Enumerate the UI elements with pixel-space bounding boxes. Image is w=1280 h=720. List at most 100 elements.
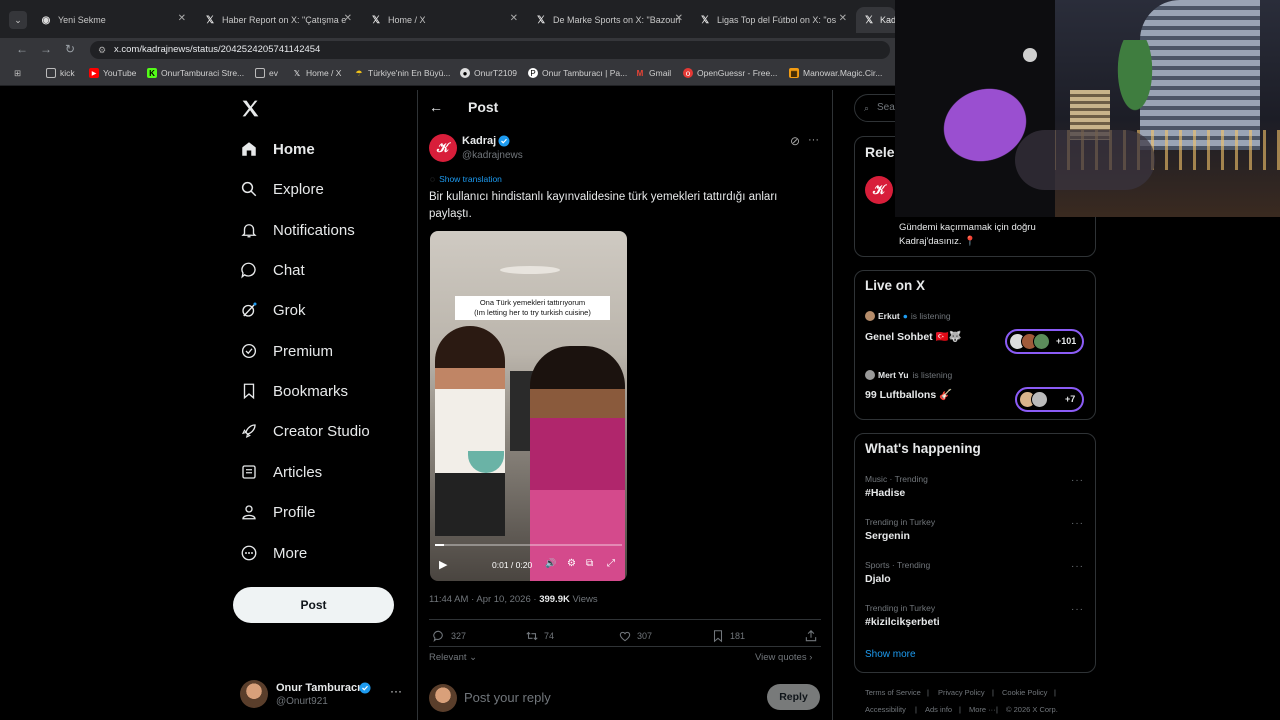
bookmark-onurt2109[interactable]: ● OnurT2109 bbox=[460, 68, 517, 78]
play-icon[interactable]: ▶ bbox=[439, 558, 447, 571]
nav-more[interactable]: More bbox=[240, 541, 307, 565]
nav-notifications[interactable]: Notifications bbox=[240, 218, 355, 242]
share-action[interactable] bbox=[804, 629, 823, 643]
browser-tab[interactable]: ◉ Yeni Sekme ✕ bbox=[32, 7, 192, 33]
footer-link-terms[interactable]: Terms of Service bbox=[865, 688, 921, 697]
bookmark-kick[interactable]: kick bbox=[46, 68, 75, 78]
x-logo[interactable] bbox=[240, 98, 262, 120]
back-icon[interactable]: ← bbox=[16, 42, 28, 56]
video-progress-track[interactable] bbox=[435, 544, 622, 546]
browser-tab[interactable]: 𝕏 Haber Report on X: "Çatışma e ✕ bbox=[196, 7, 358, 33]
bookmark-manowar[interactable]: ▦ Manowar.Magic.Cir... bbox=[789, 68, 882, 78]
url-input[interactable]: ⚙ x.com/kadrajnews/status/20425242057411… bbox=[90, 41, 890, 59]
browser-tab[interactable]: 𝕏 Ligas Top del Fútbol on X: "os ✕ bbox=[691, 7, 853, 33]
bookmark-youtube[interactable]: ▶ YouTube bbox=[89, 68, 136, 78]
nav-bookmarks[interactable]: Bookmarks bbox=[240, 379, 348, 403]
author-name[interactable]: Kadraj bbox=[462, 135, 496, 147]
kick-icon: K bbox=[147, 68, 157, 78]
trend-item[interactable]: Djalo bbox=[865, 573, 891, 585]
nav-articles[interactable]: Articles bbox=[240, 460, 322, 484]
relevant-bio: Gündemi kaçırmamak için doğru Kadraj'das… bbox=[899, 222, 1036, 247]
nav-grok[interactable]: Grok bbox=[240, 298, 306, 322]
space-join-pill[interactable]: +7 bbox=[1015, 387, 1084, 412]
trend-item[interactable]: #kizilcikşerbeti bbox=[865, 616, 940, 628]
whats-happening-title: What's happening bbox=[865, 441, 981, 456]
close-tab-icon[interactable]: ✕ bbox=[178, 13, 186, 24]
browser-tab-active[interactable]: 𝕏 Kad bbox=[856, 7, 896, 33]
close-tab-icon[interactable]: ✕ bbox=[510, 13, 518, 24]
author-avatar[interactable]: 𝒦 bbox=[865, 176, 893, 204]
verified-badge-icon bbox=[498, 135, 510, 147]
trend-more-icon[interactable]: ··· bbox=[1071, 561, 1084, 572]
nav-chat[interactable]: Chat bbox=[240, 258, 305, 282]
account-more-icon[interactable]: ··· bbox=[390, 684, 402, 698]
nav-profile[interactable]: Profile bbox=[240, 500, 316, 524]
back-arrow-icon[interactable]: ← bbox=[429, 99, 443, 115]
view-quotes-link[interactable]: View quotes › bbox=[755, 652, 812, 663]
nav-creator-studio[interactable]: Creator Studio bbox=[240, 419, 370, 443]
site-settings-icon[interactable]: ⚙ bbox=[98, 41, 106, 59]
trend-item[interactable]: Sergenin bbox=[865, 530, 910, 542]
show-translation-link[interactable]: ◌ Show translation bbox=[430, 174, 502, 184]
nav-home[interactable]: Home bbox=[240, 137, 315, 161]
trend-more-icon[interactable]: ··· bbox=[1071, 518, 1084, 529]
volume-icon[interactable]: 🔊 bbox=[545, 558, 556, 569]
bookmark-onur-pa[interactable]: P Onur Tamburacı | Pa... bbox=[528, 68, 627, 78]
author-handle[interactable]: @kadrajnews bbox=[462, 150, 523, 161]
x-logo-icon: 𝕏 bbox=[864, 14, 874, 26]
video-player[interactable]: Ona Türk yemekleri tattırıyorum (Im lett… bbox=[430, 231, 627, 581]
bookmark-gmail[interactable]: M Gmail bbox=[635, 68, 672, 78]
trend-more-icon[interactable]: ··· bbox=[1071, 475, 1084, 486]
tab-search-button[interactable]: ⌄ bbox=[9, 11, 27, 29]
forward-icon[interactable]: → bbox=[40, 42, 52, 56]
repost-action[interactable]: 74 bbox=[525, 629, 554, 643]
page-title: Post bbox=[468, 99, 499, 115]
nav-premium[interactable]: Premium bbox=[240, 339, 333, 363]
footer-link-more[interactable]: More ··· bbox=[969, 705, 996, 714]
bookmark-openguessr[interactable]: o OpenGuessr - Free... bbox=[683, 68, 777, 78]
footer-copyright: © 2026 X Corp. bbox=[1006, 705, 1058, 714]
reload-icon[interactable]: ↻ bbox=[65, 42, 75, 56]
sort-dropdown[interactable]: Relevant ⌄ bbox=[429, 652, 477, 663]
reply-button[interactable]: Reply bbox=[767, 684, 820, 710]
space-title[interactable]: Genel Sohbet 🇹🇷🐺 bbox=[865, 330, 962, 343]
close-tab-icon[interactable]: ✕ bbox=[839, 13, 847, 24]
browser-tab[interactable]: 𝕏 De Marke Sports on X: "Bazoun ✕ bbox=[527, 7, 689, 33]
grok-icon[interactable]: ⊘ bbox=[790, 134, 800, 148]
author-avatar[interactable]: 𝒦 bbox=[429, 134, 457, 162]
reply-action[interactable]: 327 bbox=[432, 629, 466, 643]
space-join-pill[interactable]: +101 bbox=[1005, 329, 1084, 354]
bell-icon bbox=[241, 224, 257, 238]
x-logo-icon: 𝕏 bbox=[371, 14, 381, 26]
settings-icon[interactable]: ⚙ bbox=[567, 558, 576, 569]
footer-link-cookie[interactable]: Cookie Policy bbox=[1002, 688, 1047, 697]
browser-tab[interactable]: 𝕏 Home / X ✕ bbox=[362, 7, 524, 33]
video-caption: Ona Türk yemekleri tattırıyorum (Im lett… bbox=[455, 296, 610, 320]
footer-link-accessibility[interactable]: Accessibility bbox=[865, 705, 906, 714]
divider bbox=[429, 619, 821, 620]
bookmark-home-x[interactable]: 𝕏 Home / X bbox=[292, 68, 342, 78]
tweet-more-icon[interactable]: ··· bbox=[808, 134, 819, 146]
space-title[interactable]: 99 Luftballons 🎸 bbox=[865, 388, 952, 401]
footer-link-privacy[interactable]: Privacy Policy bbox=[938, 688, 985, 697]
trend-item[interactable]: #Hadise bbox=[865, 487, 905, 499]
bookmark-turkiye[interactable]: ☂ Türkiye'nin En Büyü... bbox=[354, 68, 450, 78]
footer-link-ads-info[interactable]: Ads info bbox=[925, 705, 952, 714]
fullscreen-icon[interactable]: ⤢ bbox=[607, 558, 615, 569]
captions-icon[interactable]: ⧉ bbox=[586, 558, 593, 569]
tweet-meta: 11:44 AM · Apr 10, 2026 · 399.9K Views bbox=[429, 594, 598, 605]
bookmark-ev[interactable]: ev bbox=[255, 68, 278, 78]
bookmark-action[interactable]: 181 bbox=[711, 629, 745, 643]
close-tab-icon[interactable]: ✕ bbox=[344, 13, 352, 24]
apps-icon[interactable]: ⊞ bbox=[14, 68, 21, 79]
reply-input[interactable]: Post your reply bbox=[464, 690, 754, 705]
post-button[interactable]: Post bbox=[233, 587, 394, 623]
account-switcher[interactable]: Onur Tamburacı @Onurt921 ··· bbox=[240, 680, 410, 712]
like-action[interactable]: 307 bbox=[618, 629, 652, 643]
trend-more-icon[interactable]: ··· bbox=[1071, 604, 1084, 615]
trend-meta: Sports · Trending bbox=[865, 560, 931, 570]
show-more-link[interactable]: Show more bbox=[865, 649, 916, 660]
bookmark-kick-stream[interactable]: K OnurTamburaci Stre... bbox=[147, 68, 244, 78]
close-tab-icon[interactable]: ✕ bbox=[675, 13, 683, 24]
nav-explore[interactable]: Explore bbox=[240, 177, 324, 201]
